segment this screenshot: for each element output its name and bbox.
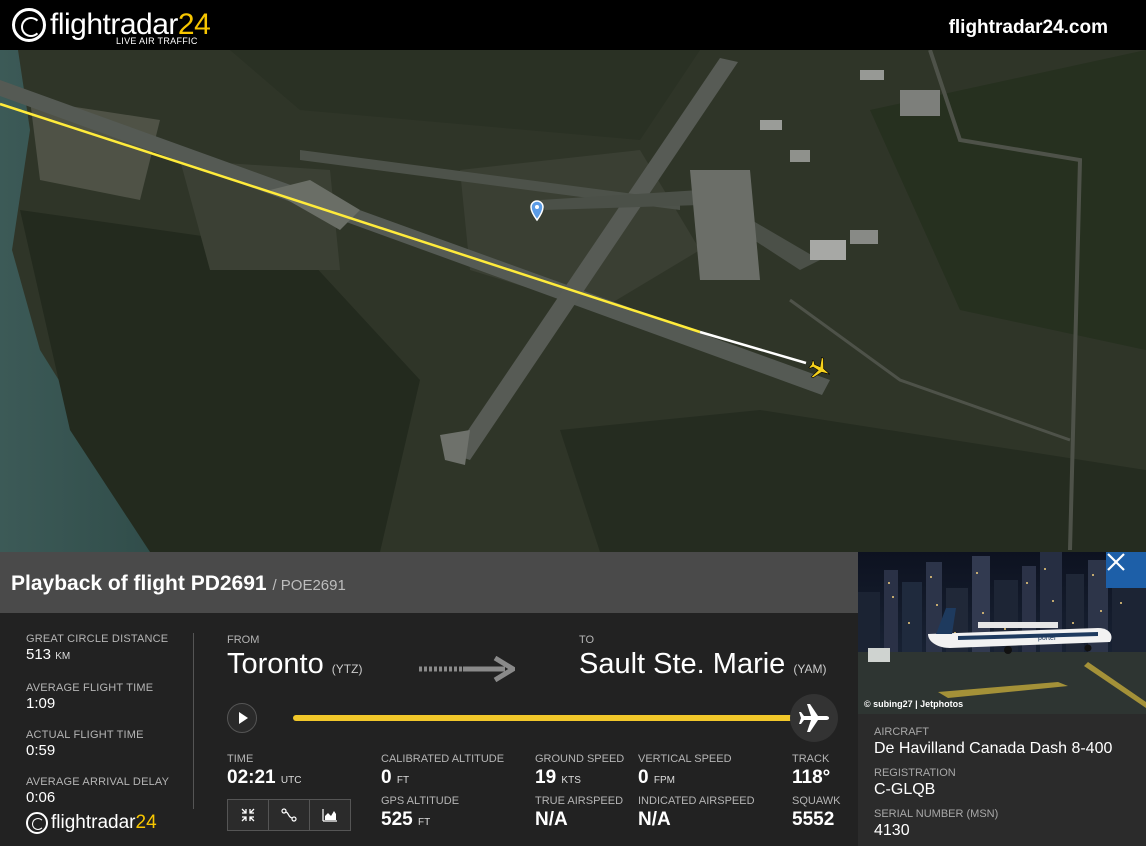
aircraft-panel: porter © subing27 | Jetphotos AIRCRAFT D… xyxy=(858,552,1146,846)
origin-city: Toronto (YTZ) xyxy=(227,648,363,680)
satellite-map xyxy=(0,50,1146,552)
playback-progress-bar[interactable] xyxy=(293,715,793,721)
stat-great-circle-distance: GREAT CIRCLE DISTANCE 513 KM xyxy=(26,633,169,663)
area-chart-icon xyxy=(322,809,337,822)
metric-calibrated-altitude: CALIBRATED ALTITUDE 0 FT xyxy=(381,753,505,788)
destination[interactable]: TO Sault Ste. Marie (YAM) xyxy=(579,634,827,687)
airplane-icon xyxy=(799,704,829,732)
origin[interactable]: FROM Toronto (YTZ) xyxy=(227,634,362,687)
site-url: flightradar24.com xyxy=(948,17,1108,38)
metric-vertical-speed: VERTICAL SPEED 0 FPM xyxy=(638,753,732,788)
registration: C-GLQB xyxy=(874,781,936,798)
photo-credit[interactable]: © subing27 | Jetphotos xyxy=(864,699,963,709)
stat-average-arrival-delay: AVERAGE ARRIVAL DELAY 0:06 xyxy=(26,776,170,806)
aircraft-photo-image: porter xyxy=(858,552,1146,714)
metric-squawk: SQUAWK 5552 xyxy=(792,795,841,830)
destination-city: Sault Ste. Marie (YAM) xyxy=(579,648,827,680)
stat-average-flight-time: AVERAGE FLIGHT TIME 1:09 xyxy=(26,682,154,712)
metric-track: TRACK 118° xyxy=(792,753,831,788)
callsign: / POE2691 xyxy=(272,577,346,594)
stat-actual-flight-time: ACTUAL FLIGHT TIME 0:59 xyxy=(26,729,144,759)
flight-playback-panel: Playback of flight PD2691 / POE2691 GREA… xyxy=(0,552,858,846)
route-icon xyxy=(281,808,297,822)
close-button[interactable] xyxy=(1106,552,1146,588)
close-icon xyxy=(1107,553,1125,571)
aircraft-type: De Havilland Canada Dash 8-400 xyxy=(874,740,1113,757)
graph-button[interactable] xyxy=(310,800,350,830)
collapse-arrows-icon xyxy=(241,808,255,822)
logo-tagline: LIVE AIR TRAFFIC xyxy=(116,36,198,46)
metric-true-airspeed: TRUE AIRSPEED N/A xyxy=(535,795,624,830)
flight-title: Playback of flight PD2691 / POE2691 xyxy=(11,572,346,595)
aircraft-progress-marker[interactable] xyxy=(790,694,838,742)
map-view[interactable] xyxy=(0,50,1146,552)
aircraft-photo[interactable]: porter © subing27 | Jetphotos xyxy=(858,552,1146,714)
top-bar: flightradar24 LIVE AIR TRAFFIC flightrad… xyxy=(0,0,1146,50)
play-button[interactable] xyxy=(227,703,257,733)
flightradar24-logo[interactable]: flightradar24 LIVE AIR TRAFFIC xyxy=(12,5,211,46)
metric-indicated-airspeed: INDICATED AIRSPEED N/A xyxy=(638,795,755,830)
serial-number: 4130 xyxy=(874,822,910,839)
aircraft-details: AIRCRAFT De Havilland Canada Dash 8-400 … xyxy=(874,726,1113,839)
divider xyxy=(193,633,194,809)
metric-ground-speed: GROUND SPEED 19 KTS xyxy=(535,753,625,788)
playback-controls xyxy=(227,799,351,831)
route-arrow-icon xyxy=(419,656,515,682)
collapse-button[interactable] xyxy=(228,800,269,830)
footer-logo: flightradar24 xyxy=(26,812,157,834)
livery-text: porter xyxy=(1038,635,1057,642)
panel-header: Playback of flight PD2691 / POE2691 xyxy=(0,552,858,613)
radar-icon xyxy=(26,812,48,834)
radar-icon xyxy=(12,8,46,42)
metric-time: TIME 02:21 UTC xyxy=(227,753,302,788)
route-button[interactable] xyxy=(269,800,310,830)
flight-stats: GREAT CIRCLE DISTANCE 513 KM AVERAGE FLI… xyxy=(26,633,186,823)
metric-gps-altitude: GPS ALTITUDE 525 FT xyxy=(381,795,460,830)
